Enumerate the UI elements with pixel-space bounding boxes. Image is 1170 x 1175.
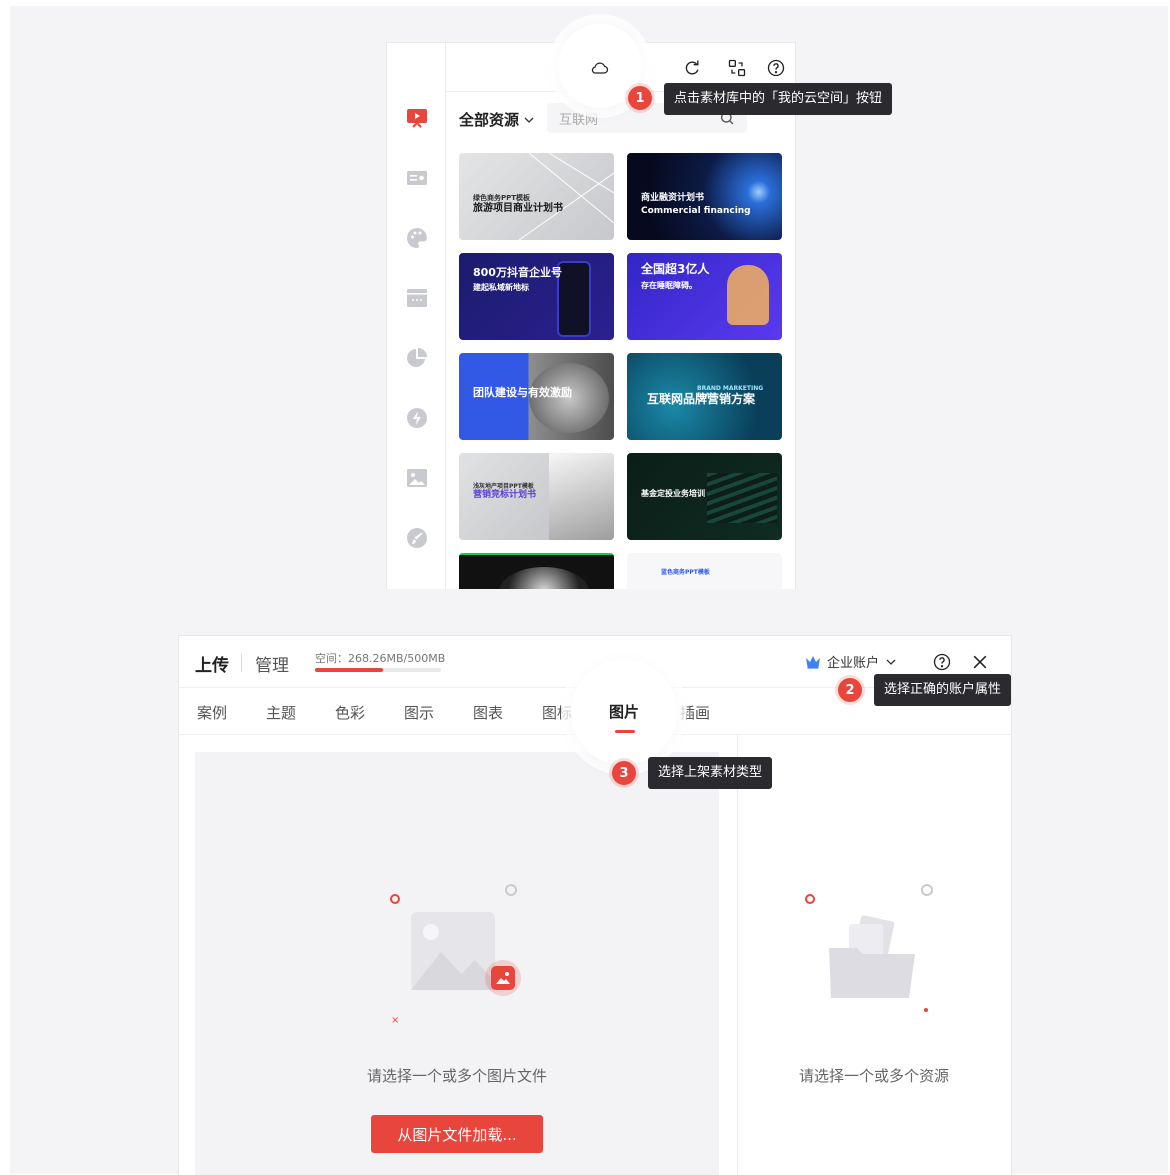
thumbnail-subtitle: 建起私域新地标 <box>473 283 529 292</box>
palette-icon[interactable] <box>404 225 430 251</box>
thumbnail-subtitle: 绿色商务PPT模板 <box>473 194 531 202</box>
resource-filter-dropdown[interactable]: 全部资源 <box>459 109 535 130</box>
template-thumbnail[interactable]: 绿色商务PPT模板 旅游项目商业计划书 <box>459 153 614 240</box>
step-3-badge: 3 <box>612 761 636 785</box>
template-thumbnail[interactable]: 团队建设与有效激励 <box>459 353 614 440</box>
decor-dot <box>805 894 815 904</box>
panel-divider <box>737 734 738 1175</box>
header-divider <box>241 654 242 672</box>
decor-dot <box>390 894 400 904</box>
chevron-down-icon <box>886 659 896 665</box>
image-empty-text: 请选择一个或多个图片文件 <box>366 1067 547 1085</box>
tab-icons[interactable]: 图标 <box>542 702 572 723</box>
storage-progress-bar <box>315 668 441 672</box>
thumbnail-title: 营销竞标计划书 <box>473 490 537 500</box>
sidebar-divider <box>445 43 446 589</box>
active-tab-indicator <box>615 730 635 733</box>
folder-icon <box>827 914 919 1000</box>
refresh-icon[interactable] <box>679 55 705 81</box>
thumbnail-subtitle: 存在睡眠障碍。 <box>641 281 697 290</box>
library-sidebar <box>387 91 445 589</box>
tab-themes[interactable]: 主题 <box>266 702 296 723</box>
tab-images[interactable]: 图片 <box>609 701 639 722</box>
decor-dot <box>921 884 933 896</box>
load-from-image-button[interactable]: 从图片文件加载... <box>371 1115 543 1153</box>
template-thumbnail[interactable]: 基金定投业务培训 <box>627 453 782 540</box>
tab-colors[interactable]: 色彩 <box>335 702 365 723</box>
storage-usage-text: 空间：268.26MB/500MB <box>315 652 446 665</box>
decor-cross: × <box>391 1015 400 1026</box>
thumbnail-subtitle: 浅灰地产项目PPT模板 <box>473 483 534 490</box>
tab-illustrations[interactable]: 插画 <box>680 702 710 723</box>
storage-progress-fill <box>315 668 383 672</box>
image-badge-icon <box>491 966 515 990</box>
material-library-panel: 全部资源 互联网 绿色商务PPT模板 旅游项目商业计划书 商业融资计划书 Com… <box>386 42 796 589</box>
decor-dot <box>924 1008 928 1012</box>
bolt-icon[interactable] <box>404 405 430 431</box>
step-2-tooltip: 选择正确的账户属性 <box>874 674 1012 706</box>
template-thumbnail[interactable]: 商业融资计划书 Commercial financing <box>627 153 782 240</box>
manage-tab[interactable]: 管理 <box>255 651 289 676</box>
resource-empty-text: 请选择一个或多个资源 <box>798 1067 949 1085</box>
step-1-badge: 1 <box>628 86 652 110</box>
thumbnail-title: 互联网品牌营销方案 <box>647 392 756 406</box>
thumbnail-title: 800万抖音企业号 <box>473 266 562 279</box>
template-thumbnail[interactable]: 蓝色商务PPT模板 <box>627 553 782 589</box>
crown-icon <box>806 655 820 669</box>
help-icon[interactable] <box>763 55 789 81</box>
template-thumbnail[interactable]: 浅灰地产项目PPT模板 营销竞标计划书 <box>459 453 614 540</box>
step-1-tooltip: 点击素材库中的「我的云空间」按钮 <box>664 83 893 115</box>
filter-label: 全部资源 <box>459 111 520 129</box>
thumbnail-title: 商业融资计划书 <box>641 193 705 203</box>
step-2-badge: 2 <box>838 678 862 702</box>
chevron-down-icon <box>524 117 534 123</box>
cloud-icon[interactable] <box>585 53 615 83</box>
thumbnail-title: 基金定投业务培训 <box>641 489 705 498</box>
image-upload-zone[interactable]: × 请选择一个或多个图片文件 从图片文件加载... <box>195 752 719 1175</box>
search-placeholder: 互联网 <box>559 112 599 128</box>
tab-charts[interactable]: 图表 <box>473 702 503 723</box>
template-thumbnail[interactable] <box>459 553 614 589</box>
thumbnail-subtitle: 蓝色商务PPT模板 <box>661 569 710 576</box>
tab-diagrams[interactable]: 图示 <box>404 702 434 723</box>
upload-tab[interactable]: 上传 <box>195 651 229 676</box>
presentation-icon[interactable] <box>404 105 430 131</box>
step-3-tooltip: 选择上架素材类型 <box>648 757 773 789</box>
close-icon[interactable] <box>967 649 993 675</box>
template-thumbnail[interactable]: 800万抖音企业号 建起私域新地标 <box>459 253 614 340</box>
brush-icon[interactable] <box>404 525 430 551</box>
table-icon[interactable] <box>404 285 430 311</box>
tab-cases[interactable]: 案例 <box>197 702 227 723</box>
thumbnail-title: 全国超3亿人 <box>641 262 710 276</box>
thumbnail-title: 团队建设与有效激励 <box>473 386 572 399</box>
exchange-icon[interactable] <box>724 55 750 81</box>
thumbnail-subtitle: Commercial financing <box>641 206 751 216</box>
thumbnail-title: 旅游项目商业计划书 <box>473 203 563 214</box>
decor-dot <box>505 884 517 896</box>
card-icon[interactable] <box>404 165 430 191</box>
image-icon[interactable] <box>404 465 430 491</box>
image-placeholder-icon <box>411 912 495 990</box>
template-thumbnail[interactable]: BRAND MARKETING PLAN 互联网品牌营销方案 <box>627 353 782 440</box>
account-type-dropdown[interactable]: 企业账户 <box>805 652 897 671</box>
template-thumbnail[interactable]: 全国超3亿人 存在睡眠障碍。 <box>627 253 782 340</box>
pie-chart-icon[interactable] <box>404 345 430 371</box>
account-label: 企业账户 <box>827 656 880 671</box>
help-icon[interactable] <box>929 649 955 675</box>
